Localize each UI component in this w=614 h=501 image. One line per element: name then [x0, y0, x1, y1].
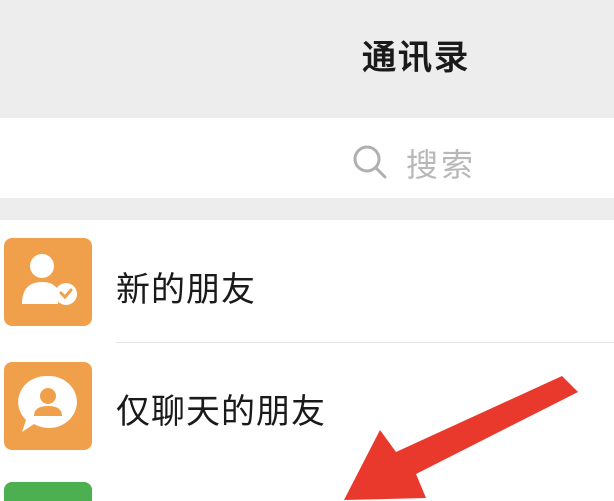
list-item-new-friends[interactable]: 新的朋友 — [0, 222, 614, 342]
search-icon — [353, 145, 387, 179]
chat-only-friend-icon — [4, 362, 92, 450]
page-title: 通讯录 — [362, 38, 470, 78]
new-friends-label: 新的朋友 — [116, 270, 256, 310]
search-bar[interactable] — [0, 118, 614, 198]
top-bar: 通讯录 — [0, 0, 614, 118]
row-divider — [116, 342, 614, 343]
new-friend-icon — [4, 238, 92, 326]
chat-only-friends-label: 仅聊天的朋友 — [116, 392, 326, 432]
search-placeholder: 搜索 — [406, 146, 477, 184]
red-arrow-icon — [344, 376, 578, 500]
group-chat-icon[interactable] — [4, 482, 92, 501]
